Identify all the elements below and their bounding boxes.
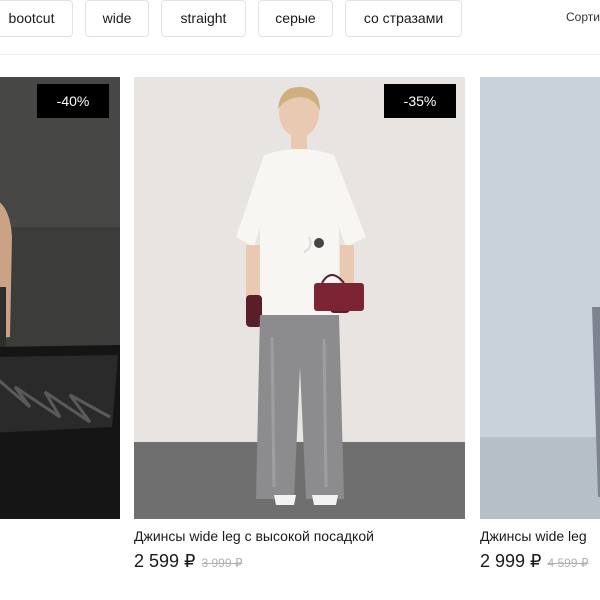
header-divider <box>0 54 600 55</box>
filter-chips-bar: bootcut wide straight серые со стразами … <box>0 0 600 38</box>
filter-chip-rhinestones[interactable]: со стразами <box>345 0 462 37</box>
product-photo-illustration <box>0 77 120 519</box>
product-price: 2 599 ₽ <box>134 551 196 571</box>
product-photo-illustration <box>480 77 600 519</box>
discount-badge: -40% <box>37 84 109 118</box>
discount-badge: -35% <box>384 84 456 118</box>
product-old-price: 3 999 ₽ <box>201 556 243 570</box>
product-title[interactable]: Джинсы wide leg с высокой посадкой <box>134 528 374 544</box>
product-photo-illustration <box>134 77 465 519</box>
product-old-price: 4 599 ₽ <box>547 556 589 570</box>
sort-dropdown[interactable]: Сорти <box>566 10 600 24</box>
product-image[interactable]: -40% <box>0 77 120 519</box>
price-row: 2 599 ₽ 3 999 ₽ <box>134 551 243 572</box>
product-image[interactable] <box>480 77 600 519</box>
filter-chip-gray[interactable]: серые <box>258 0 333 37</box>
price-row: 2 999 ₽ 4 599 ₽ <box>480 551 589 572</box>
filter-chip-wide[interactable]: wide <box>85 0 149 37</box>
product-image[interactable]: -35% <box>134 77 465 519</box>
filter-chip-straight[interactable]: straight <box>161 0 246 37</box>
filter-chip-bootcut[interactable]: bootcut <box>0 0 73 37</box>
product-title[interactable]: Джинсы wide leg <box>480 528 587 544</box>
product-price: 2 999 ₽ <box>480 551 542 571</box>
